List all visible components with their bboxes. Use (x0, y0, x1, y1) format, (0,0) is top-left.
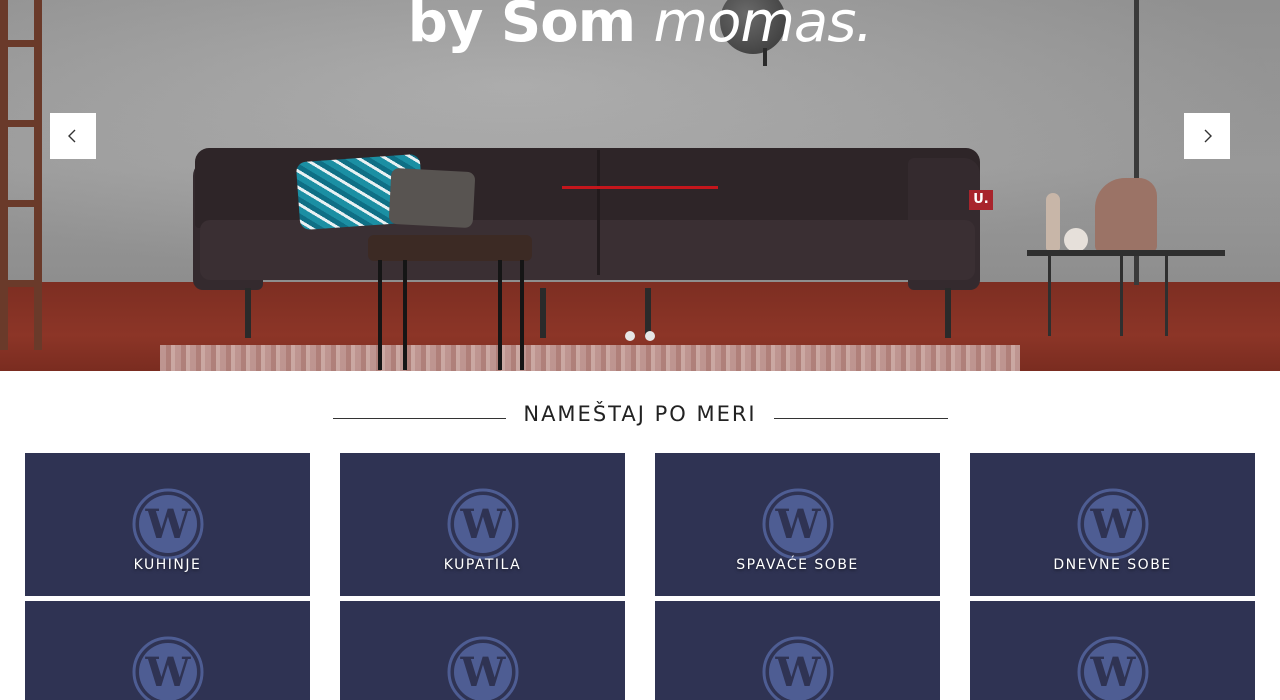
svg-text:W: W (775, 501, 822, 548)
slider-dot-1[interactable] (625, 331, 635, 341)
category-card-kuhinje[interactable]: W KUHINJE (25, 453, 310, 596)
wordpress-icon: W (132, 636, 204, 700)
category-card-spavace-sobe[interactable]: W SPAVAĆE SOBE (655, 453, 940, 596)
slider-prev-button[interactable] (50, 113, 96, 159)
svg-text:W: W (145, 501, 192, 548)
brand-badge: U. (969, 190, 993, 210)
wordpress-icon: W (447, 636, 519, 700)
slider-dot-2[interactable] (645, 331, 655, 341)
category-label: KUHINJE (133, 557, 202, 573)
hero-title: by Som momas. (0, 0, 1280, 55)
hero-accent-rule (562, 186, 718, 189)
wordpress-icon: W (1077, 488, 1149, 560)
category-card[interactable]: W (25, 601, 310, 700)
vase (1046, 193, 1060, 251)
category-label: SPAVAĆE SOBE (736, 557, 859, 573)
wordpress-icon: W (447, 488, 519, 560)
side-table (368, 235, 532, 261)
section-title: NAMEŠTAJ PO MERI (523, 402, 757, 426)
category-card[interactable]: W (655, 601, 940, 700)
category-card-dnevne-sobe[interactable]: W DNEVNE SOBE (970, 453, 1255, 596)
category-card[interactable]: W (970, 601, 1255, 700)
heading-divider-right (774, 418, 948, 419)
hero-slider: U. by Som momas. (0, 0, 1280, 371)
hero-title-plain: by Som (407, 0, 636, 55)
category-label: KUPATILA (443, 557, 522, 573)
desk-lamp (1095, 178, 1157, 252)
wordpress-icon: W (1077, 636, 1149, 700)
svg-text:W: W (460, 649, 507, 696)
vase (1064, 228, 1088, 252)
hero-rug (160, 345, 1020, 371)
chevron-right-icon (1204, 129, 1212, 143)
category-card-kupatila[interactable]: W KUPATILA (340, 453, 625, 596)
slider-dots (625, 331, 655, 341)
svg-text:W: W (1090, 649, 1137, 696)
chevron-left-icon (68, 129, 76, 143)
svg-text:W: W (775, 649, 822, 696)
slider-next-button[interactable] (1184, 113, 1230, 159)
svg-text:W: W (1090, 501, 1137, 548)
category-label: DNEVNE SOBE (1053, 557, 1172, 573)
svg-text:W: W (460, 501, 507, 548)
svg-text:W: W (145, 649, 192, 696)
category-card[interactable]: W (340, 601, 625, 700)
hero-title-italic: momas. (653, 0, 874, 55)
wordpress-icon: W (762, 636, 834, 700)
wordpress-icon: W (132, 488, 204, 560)
heading-divider-left (333, 418, 506, 419)
pillow-grey (388, 167, 476, 229)
section-heading: NAMEŠTAJ PO MERI (0, 400, 1280, 436)
wordpress-icon: W (762, 488, 834, 560)
right-table (1027, 250, 1225, 256)
